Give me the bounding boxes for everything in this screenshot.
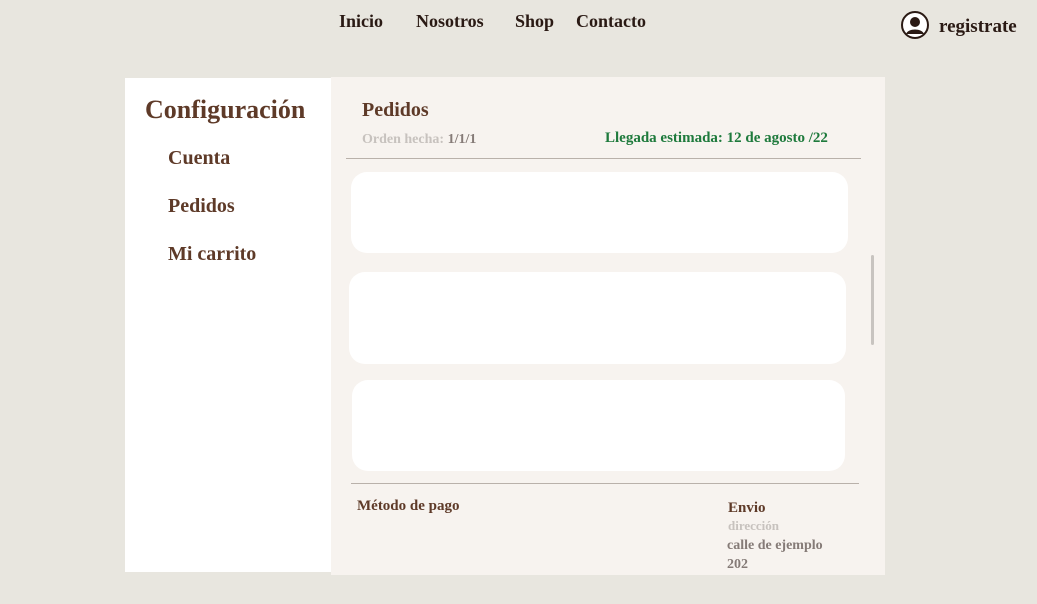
shipping-number: 202 [727, 557, 748, 572]
page-title: Pedidos [362, 99, 429, 121]
order-date-label: Orden hecha: [362, 132, 445, 147]
scrollbar[interactable] [871, 255, 874, 345]
shipping-street: calle de ejemplo [727, 538, 823, 553]
sidebar-item-cuenta[interactable]: Cuenta [168, 147, 230, 170]
order-card[interactable] [349, 272, 846, 364]
order-date-value: 1/1/1 [447, 132, 477, 147]
order-card[interactable] [352, 380, 845, 471]
nav-link-nosotros[interactable]: Nosotros [416, 11, 484, 32]
order-card[interactable] [351, 172, 848, 253]
settings-sidebar: Configuración Cuenta Pedidos Mi carrito [125, 78, 331, 572]
estimated-arrival: Llegada estimada: 12 de agosto /22 [605, 130, 828, 146]
payment-method-label: Método de pago [357, 498, 460, 514]
register-link[interactable]: registrate [901, 11, 1017, 39]
orders-panel: Pedidos Orden hecha: 1/1/1 Llegada estim… [331, 77, 885, 575]
sidebar-item-mi-carrito[interactable]: Mi carrito [168, 243, 256, 266]
nav-link-inicio[interactable]: Inicio [339, 11, 383, 32]
shipping-title: Envio [728, 500, 766, 516]
user-icon [901, 11, 929, 39]
nav-link-contacto[interactable]: Contacto [576, 11, 646, 32]
nav-link-shop[interactable]: Shop [515, 11, 554, 32]
divider [351, 483, 859, 484]
divider [346, 158, 861, 159]
order-date: Orden hecha: 1/1/1 [362, 132, 476, 148]
shipping-address-label: dirección [728, 518, 780, 533]
sidebar-title: Configuración [145, 95, 306, 124]
sidebar-item-pedidos[interactable]: Pedidos [168, 195, 235, 218]
register-label: registrate [939, 16, 1017, 37]
